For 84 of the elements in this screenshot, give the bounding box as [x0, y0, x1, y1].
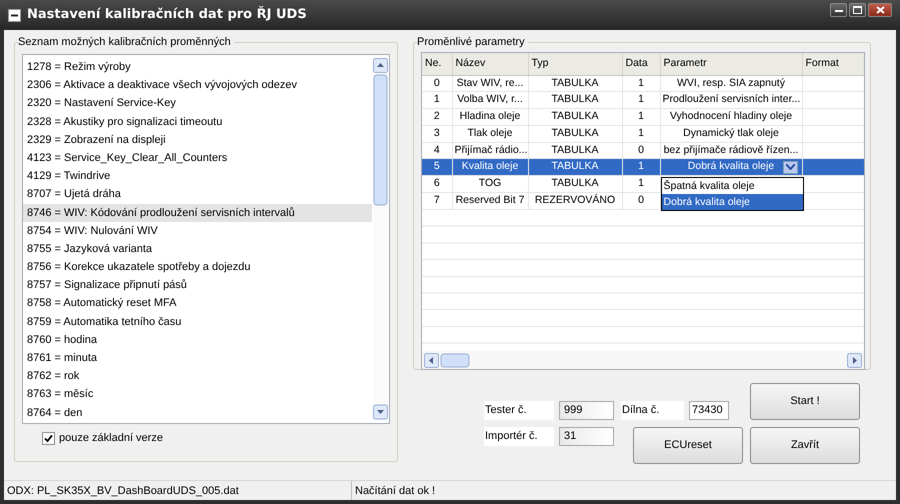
maximize-icon [853, 6, 862, 14]
input-field[interactable]: 73430 [689, 401, 729, 420]
table-cell: TABULKA [528, 176, 622, 192]
list-item[interactable]: 2306 = Aktivace a deaktivace všech vývojových odezev [23, 76, 372, 94]
column-header[interactable]: Název [452, 53, 528, 75]
list-item[interactable]: 1278 = Režim výroby [23, 58, 372, 76]
minimize-button[interactable] [830, 3, 847, 17]
table-cell: 0 [622, 192, 660, 209]
table-cell: Vyhodnocení hladiny oleje [660, 108, 802, 126]
table-cell: Stav WIV, re... [452, 75, 528, 92]
column-header[interactable]: Data [622, 53, 660, 75]
system-menu-icon[interactable] [8, 8, 21, 22]
input-field[interactable]: 999 [559, 401, 614, 420]
window-title: Nastavení kalibračních dat pro ŘJ UDS [27, 5, 307, 24]
list-item[interactable]: 4129 = Twindrive [23, 167, 372, 186]
column-header[interactable]: Ne. [422, 53, 452, 75]
table-cell: 2 [422, 108, 452, 126]
minimize-icon [834, 7, 842, 13]
reset-button[interactable]: ECUreset [633, 427, 743, 464]
checkbox-label: pouze základní verze [59, 431, 163, 446]
list-item[interactable]: 8763 = měsíc [23, 385, 372, 404]
table-cell: Prodloužení servisních inter... [660, 92, 802, 108]
table-cell: 3 [422, 125, 452, 142]
table-cell: 1 [622, 92, 660, 108]
list-item[interactable]: 8754 = WIV: Nulování WIV [23, 222, 372, 240]
close-dialog-button[interactable]: Zavřít [750, 427, 860, 464]
close-icon [876, 6, 884, 14]
table-cell: 0 [422, 75, 452, 92]
group-title: Seznam možných kalibračních proměnných [18, 36, 232, 48]
table-cell: 5 [422, 158, 452, 176]
table-cell: 6 [422, 176, 452, 192]
table-cell: 1 [622, 125, 660, 142]
horizontal-scrollbar[interactable] [422, 351, 864, 369]
list-item[interactable]: 8762 = rok [23, 367, 372, 386]
table-cell: WVI, resp. SIA zapnutý [660, 75, 802, 92]
list-item[interactable]: 4123 = Service_Key_Clear_All_Counters [23, 148, 372, 168]
dropdown-option[interactable]: Dobrá kvalita oleje [662, 194, 802, 210]
status-text: Načítání dat ok ! [354, 484, 436, 499]
table-cell: TABULKA [528, 158, 622, 176]
group-title: Proměnlivé parametry [417, 36, 526, 48]
table-cell: Reserved Bit 7 [452, 192, 528, 209]
input-field[interactable]: 31 [559, 427, 614, 446]
status-text: ODX: PL_SK35X_BV_DashBoardUDS_005.dat [4, 481, 352, 500]
dropdown-option[interactable]: Špatná kvalita oleje [662, 178, 802, 194]
list-item[interactable]: 8759 = Automatika tetního času [23, 312, 372, 331]
close-button[interactable] [868, 3, 892, 17]
table-cell: 1 [622, 176, 660, 192]
list-item[interactable]: 8758 = Automatický reset MFA [23, 294, 372, 313]
field-label: Dílna č. [621, 401, 684, 420]
list-item[interactable]: 8707 = Ujetá dráha [23, 185, 372, 204]
list-item[interactable]: 2320 = Nastavení Service-Key [23, 94, 372, 113]
table-cell: REZERVOVÁNO [528, 192, 622, 209]
table-cell: Tlak oleje [452, 125, 528, 142]
table-cell: 1 [622, 75, 660, 92]
table-cell: Volba WIV, r... [452, 92, 528, 108]
list-item[interactable]: 8756 = Korekce ukazatele spotřeby a dojezdu [23, 258, 372, 276]
list-item[interactable]: 8757 = Signalizace připnutí pásů [23, 276, 372, 294]
column-header[interactable]: Parametr [660, 53, 802, 75]
list-item[interactable]: 2329 = Zobrazení na displeji [23, 130, 372, 149]
list-item[interactable]: 2328 = Akustiky pro signalizaci timeoutu [23, 112, 372, 131]
field-label: Tester č. [484, 401, 554, 420]
start-button[interactable]: Start ! [750, 383, 860, 420]
table-cell: TABULKA [528, 75, 622, 92]
table-cell: 7 [422, 192, 452, 209]
table-cell: Hladina oleje [452, 108, 528, 126]
table-cell: 1 [422, 92, 452, 108]
table-cell: 1 [622, 158, 660, 176]
table-cell: TABULKA [528, 125, 622, 142]
list-item[interactable]: 8761 = minuta [23, 349, 372, 368]
field-label: Importér č. [484, 427, 554, 446]
list-item[interactable]: 8746 = WIV: Kódování prodloužení servisních intervalů [23, 204, 372, 222]
list-item[interactable]: 8755 = Jazyková varianta [23, 240, 372, 258]
table-cell: TABULKA [528, 92, 622, 108]
checkbox[interactable] [42, 432, 55, 445]
table-cell: 1 [622, 108, 660, 126]
table-cell: TABULKA [528, 108, 622, 126]
column-header[interactable]: Typ [528, 53, 622, 75]
list-item[interactable]: 8760 = hodina [23, 330, 372, 349]
maximize-button[interactable] [849, 3, 866, 17]
column-header[interactable]: Format [802, 53, 864, 75]
table-cell: TOG [452, 176, 528, 192]
table-cell: Kvalita oleje [452, 158, 528, 176]
list-item[interactable]: 8764 = den [23, 404, 372, 422]
table-cell: Dynamický tlak oleje [660, 125, 802, 142]
